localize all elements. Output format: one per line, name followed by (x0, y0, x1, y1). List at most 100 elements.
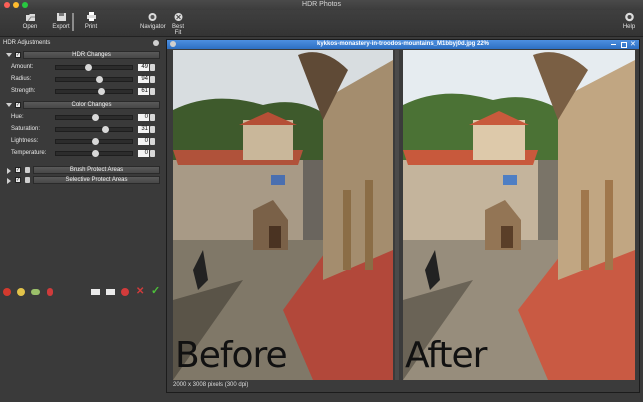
navigator-button[interactable]: Navigator (140, 12, 166, 30)
print-button[interactable]: Print (84, 12, 98, 30)
brush-protect-label: Brush Protect Areas (69, 167, 124, 173)
triangle-right-icon (7, 168, 11, 174)
before-photo (173, 50, 393, 380)
before-image-pane[interactable]: Before (173, 50, 393, 380)
temperature-row: Temperature: 0 (11, 150, 161, 158)
radius-slider[interactable] (55, 76, 133, 83)
maximize-doc-button[interactable] (621, 42, 627, 48)
temperature-slider[interactable] (55, 150, 133, 157)
export-dropdown-arrow[interactable] (72, 13, 74, 31)
saturation-slider-knob[interactable] (101, 126, 109, 133)
open-folder-icon (25, 12, 36, 22)
after-photo (403, 50, 635, 380)
lightness-value-field[interactable]: 0 (138, 138, 149, 145)
radius-slider-knob[interactable] (95, 76, 103, 83)
best-fit-button[interactable]: Best Fit (168, 12, 188, 36)
selective-protect-header[interactable]: Selective Protect Areas (33, 176, 160, 184)
lightness-slider-knob[interactable] (92, 138, 100, 145)
lightness-stepper[interactable] (150, 138, 155, 145)
color-changes-header[interactable]: Color Changes (23, 101, 160, 109)
after-image-pane[interactable]: After (403, 50, 635, 380)
brush-tools: ✕ ✓ (0, 286, 165, 299)
export-label: Export (52, 24, 70, 30)
navigator-icon (147, 12, 158, 22)
close-doc-button[interactable]: ✕ (630, 40, 636, 48)
selective-protect-checkbox[interactable]: ✓ (15, 177, 21, 183)
hue-slider[interactable] (55, 114, 133, 121)
hdr-changes-checkbox[interactable]: ✓ (15, 52, 21, 58)
cancel-x-icon[interactable]: ✕ (136, 287, 144, 297)
title-bar: HDR Photos (0, 0, 643, 10)
brush-protect-checkbox[interactable]: ✓ (15, 167, 21, 173)
strength-label: Strength: (11, 88, 36, 94)
hue-slider-knob[interactable] (92, 114, 100, 121)
triangle-right-icon (7, 178, 11, 184)
open-label: Open (22, 24, 38, 30)
amount-label: Amount: (11, 64, 34, 70)
radius-label: Radius: (11, 76, 32, 82)
brush-protect-expand-toggle[interactable] (5, 167, 12, 174)
amount-stepper[interactable] (150, 64, 155, 71)
apply-check-icon[interactable]: ✓ (151, 286, 160, 297)
export-disk-icon (56, 12, 67, 22)
panel-title: HDR Adjustments (3, 40, 51, 46)
selective-protect-label: Selective Protect Areas (65, 177, 128, 183)
brush-lock-icon (25, 167, 30, 173)
saturation-row: Saturation: 31 (11, 126, 161, 134)
envelope-icon[interactable] (91, 289, 100, 295)
help-button[interactable]: Help (622, 12, 636, 30)
lightness-label: Lightness: (11, 138, 39, 144)
amount-slider-knob[interactable] (84, 64, 92, 71)
clear-circle-icon[interactable] (121, 288, 129, 296)
temperature-stepper[interactable] (150, 150, 155, 157)
strength-slider-knob[interactable] (97, 88, 105, 95)
radius-stepper[interactable] (150, 76, 155, 83)
selective-lock-icon (25, 177, 30, 183)
amount-slider[interactable] (55, 64, 133, 71)
temperature-slider-knob[interactable] (92, 150, 100, 157)
saturation-slider[interactable] (55, 126, 133, 133)
lightness-slider[interactable] (55, 138, 133, 145)
minimize-doc-button[interactable] (611, 44, 616, 45)
saturation-label: Saturation: (11, 126, 41, 132)
red-flower-brush-icon[interactable] (3, 288, 11, 296)
color-changes-label: Color Changes (71, 102, 112, 108)
saturation-value-field[interactable]: 31 (138, 126, 149, 133)
triangle-down-icon (6, 53, 12, 57)
panel-settings-gear-icon[interactable] (153, 40, 159, 46)
help-label: Help (622, 24, 636, 30)
after-label: After (405, 335, 487, 376)
hue-stepper[interactable] (150, 114, 155, 121)
hdr-changes-expand-toggle[interactable] (5, 52, 12, 59)
color-changes-expand-toggle[interactable] (5, 102, 12, 109)
eraser-brush-icon[interactable] (31, 289, 40, 295)
strength-slider[interactable] (55, 88, 133, 95)
split-divider[interactable] (395, 50, 399, 380)
strength-row: Strength: 61 (11, 88, 161, 96)
saturation-stepper[interactable] (150, 126, 155, 133)
best-fit-icon (173, 12, 184, 22)
yellow-flower-brush-icon[interactable] (17, 288, 25, 296)
strength-value-field[interactable]: 61 (138, 88, 149, 95)
color-changes-checkbox[interactable]: ✓ (15, 102, 21, 108)
hue-value-field[interactable]: 0 (138, 114, 149, 121)
brush-protect-header[interactable]: Brush Protect Areas (33, 166, 160, 174)
export-button[interactable]: Export (51, 12, 71, 30)
document-filename: kykkos-monastery-in-troodos-mountains_M1… (316, 41, 490, 47)
document-window: kykkos-monastery-in-troodos-mountains_M1… (166, 39, 640, 393)
strength-stepper[interactable] (150, 88, 155, 95)
envelope-alt-icon[interactable] (106, 289, 115, 295)
document-header: kykkos-monastery-in-troodos-mountains_M1… (167, 40, 639, 49)
radius-value-field[interactable]: 94 (138, 76, 149, 83)
strawberry-brush-icon[interactable] (47, 288, 53, 296)
hue-row: Hue: 0 (11, 114, 161, 122)
help-lifebuoy-icon (624, 12, 635, 22)
selective-protect-expand-toggle[interactable] (5, 177, 12, 184)
hdr-changes-header[interactable]: HDR Changes (23, 51, 160, 59)
window-title: HDR Photos (302, 1, 341, 8)
amount-value-field[interactable]: 49 (138, 64, 149, 71)
open-button[interactable]: Open (22, 12, 38, 30)
image-status-text: 2000 x 3008 pixels (300 dpi) (173, 382, 249, 388)
temperature-value-field[interactable]: 0 (138, 150, 149, 157)
before-label: Before (175, 335, 288, 376)
